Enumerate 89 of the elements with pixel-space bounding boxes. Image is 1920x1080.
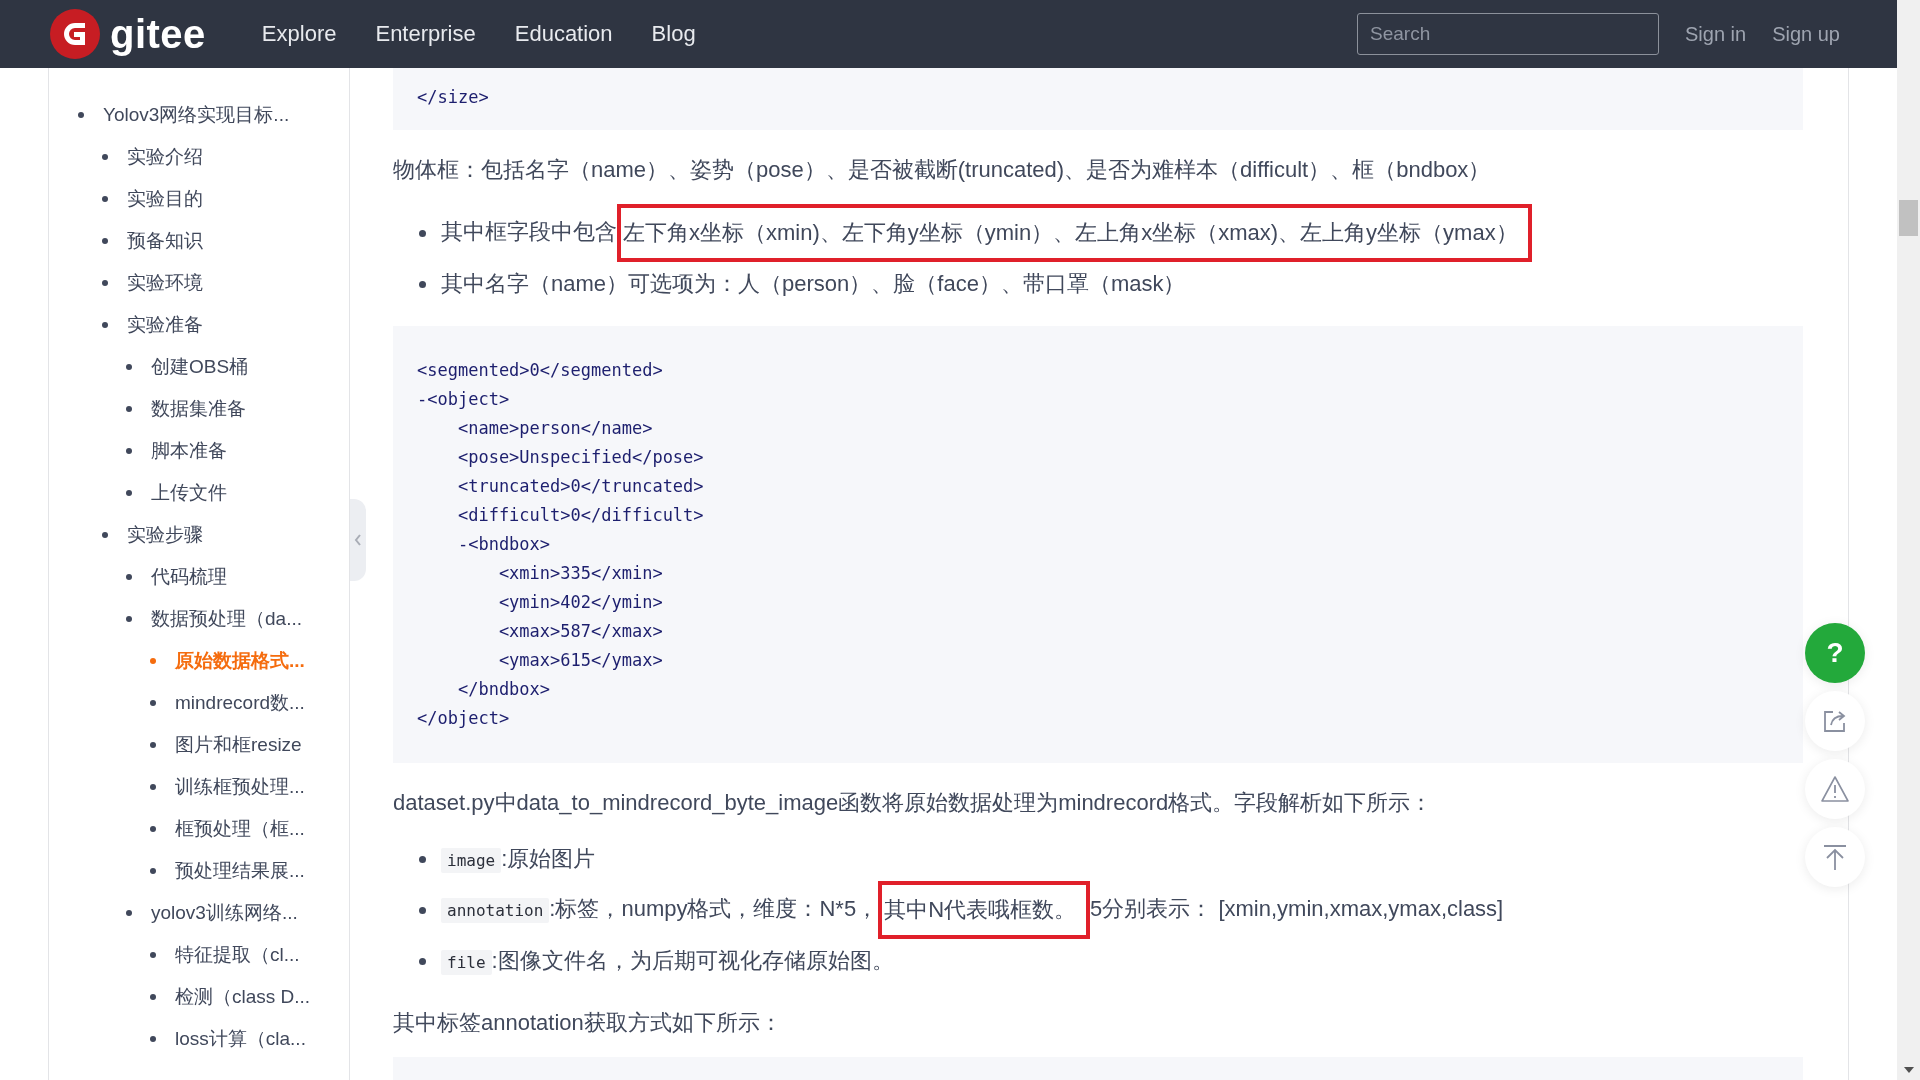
- sidebar-item[interactable]: 预处理结果展...: [175, 859, 305, 883]
- bullet-icon: [150, 658, 156, 664]
- sidebar-item[interactable]: 特征提取（cl...: [175, 943, 300, 967]
- sidebar-item[interactable]: yolov3训练网络...: [151, 901, 298, 925]
- bullet-icon: [102, 280, 108, 286]
- code-line: <pose>Unspecified</pose>: [456, 446, 705, 469]
- sidebar-item[interactable]: 实验步骤: [127, 523, 203, 547]
- paragraph: dataset.py中data_to_mindrecord_byte_image函数将原始数据处理为mindrecord格式。字段解析如下所示：: [393, 789, 1434, 817]
- sidebar-item[interactable]: 实验准备: [127, 313, 203, 337]
- sidebar-item[interactable]: 实验介绍: [127, 145, 203, 169]
- bullet-icon: [102, 238, 108, 244]
- code-line: <segmented>0</segmented>: [417, 359, 664, 382]
- sidebar-item[interactable]: 实验环境: [127, 271, 203, 295]
- back-to-top-icon: [1822, 843, 1848, 871]
- sidebar-item[interactable]: 预备知识: [127, 229, 203, 253]
- bullet-icon: [150, 868, 156, 874]
- bullet-icon: [419, 906, 426, 914]
- code-line: </size>: [417, 86, 490, 109]
- bullet-icon: [419, 280, 426, 288]
- code-line: <name>person</name>: [456, 417, 654, 440]
- nav-link[interactable]: Education: [514, 21, 613, 47]
- collapse-button[interactable]: [350, 499, 366, 581]
- code-line: </object>: [417, 707, 511, 730]
- sidebar-item[interactable]: 数据集准备: [151, 397, 246, 421]
- chevron-left-icon: [353, 533, 363, 547]
- nav-link[interactable]: Blog: [651, 21, 696, 47]
- code-line: <ymax>615</ymax>: [497, 649, 664, 672]
- code-line: -<object>: [417, 388, 511, 411]
- sidebar-item[interactable]: 代码梳理: [151, 565, 227, 589]
- nav-link[interactable]: Enterprise: [375, 21, 476, 47]
- sidebar-item[interactable]: Yolov3网络实现目标...: [103, 103, 290, 127]
- auth-link[interactable]: Sign up: [1772, 22, 1840, 46]
- list-item-text: file :图像文件名，为后期可视化存储原始图。: [441, 946, 894, 976]
- sidebar-item[interactable]: 检测（class D...: [175, 985, 311, 1009]
- bullet-icon: [150, 784, 156, 790]
- sidebar-item[interactable]: 训练框预处理...: [175, 775, 305, 799]
- share-icon: [1822, 708, 1848, 734]
- bullet-icon: [102, 532, 108, 538]
- list-item-text: image :原始图片: [441, 844, 596, 874]
- bullet-icon: [126, 616, 132, 622]
- code-line: <difficult>0</difficult>: [456, 504, 705, 527]
- list-item-text: 其中框字段中包含 左下角x坐标（xmin)、左下角y坐标（ymin）、左上角x坐标（xmax)、左上角y坐标（ymax）: [441, 204, 1532, 262]
- bullet-icon: [150, 1036, 156, 1042]
- bullet-icon: [126, 910, 132, 916]
- bullet-icon: [126, 364, 132, 370]
- bullet-icon: [150, 826, 156, 832]
- code-line: <truncated>0</truncated>: [456, 475, 705, 498]
- bullet-icon: [419, 957, 426, 965]
- nav-link[interactable]: Explore: [261, 21, 337, 47]
- code-line: </bndbox>: [456, 678, 552, 701]
- sidebar-item[interactable]: 创建OBS桶: [151, 355, 249, 379]
- paragraph: 其中标签annotation获取方式如下所示：: [393, 1009, 783, 1037]
- scroll-down-icon[interactable]: [1903, 1066, 1915, 1074]
- bullet-icon: [78, 112, 84, 118]
- code-line: -<bndbox>: [456, 533, 552, 556]
- sidebar-item[interactable]: mindrecord数...: [175, 691, 305, 715]
- bullet-icon: [150, 994, 156, 1000]
- list-item-text: 其中名字（name）可选项为：人（person）、脸（face）、带口罩（mask）: [441, 270, 1186, 298]
- sidebar-item[interactable]: 框预处理（框...: [175, 817, 305, 841]
- logo-wordmark[interactable]: gitee: [110, 11, 206, 57]
- search-field[interactable]: Search: [1357, 13, 1659, 55]
- bullet-icon: [102, 322, 108, 328]
- bullet-icon: [102, 196, 108, 202]
- bullet-icon: [150, 742, 156, 748]
- bullet-icon: [419, 229, 426, 237]
- bullet-icon: [126, 574, 132, 580]
- bullet-icon: [150, 700, 156, 706]
- logo-icon[interactable]: [50, 9, 100, 59]
- sidebar-item[interactable]: loss计算（cla...: [175, 1027, 306, 1051]
- sidebar-item[interactable]: 上传文件: [151, 481, 227, 505]
- paragraph: 物体框：包括名字（name）、姿势（pose）、是否被截断(truncated)、是否为难样本（difficult）、框（bndbox）: [393, 156, 1492, 184]
- sidebar-item[interactable]: 数据预处理（da...: [151, 607, 302, 631]
- bullet-icon: [102, 154, 108, 160]
- scrollbar-thumb[interactable]: [1899, 200, 1918, 236]
- sidebar-item[interactable]: 脚本准备: [151, 439, 227, 463]
- bullet-icon: [150, 952, 156, 958]
- bullet-icon: [126, 406, 132, 412]
- code-line: <xmin>335</xmin>: [497, 562, 664, 585]
- list-item-text: annotation :标签，numpy格式，维度：N*5， 其中N代表哦框数。 5分别表示： [xmin,ymin,xmax,ymax,class]: [441, 881, 1504, 939]
- sidebar-item[interactable]: 实验目的: [127, 187, 203, 211]
- code-line: <ymin>402</ymin>: [497, 591, 664, 614]
- bullet-icon: [419, 855, 426, 863]
- scrollbar[interactable]: [1897, 0, 1920, 1080]
- bullet-icon: [126, 490, 132, 496]
- sidebar-item[interactable]: 图片和框resize: [175, 733, 302, 757]
- code-line: <xmax>587</xmax>: [497, 620, 664, 643]
- auth-link[interactable]: Sign in: [1685, 22, 1747, 46]
- bullet-icon: [126, 448, 132, 454]
- warning-icon: [1820, 775, 1850, 803]
